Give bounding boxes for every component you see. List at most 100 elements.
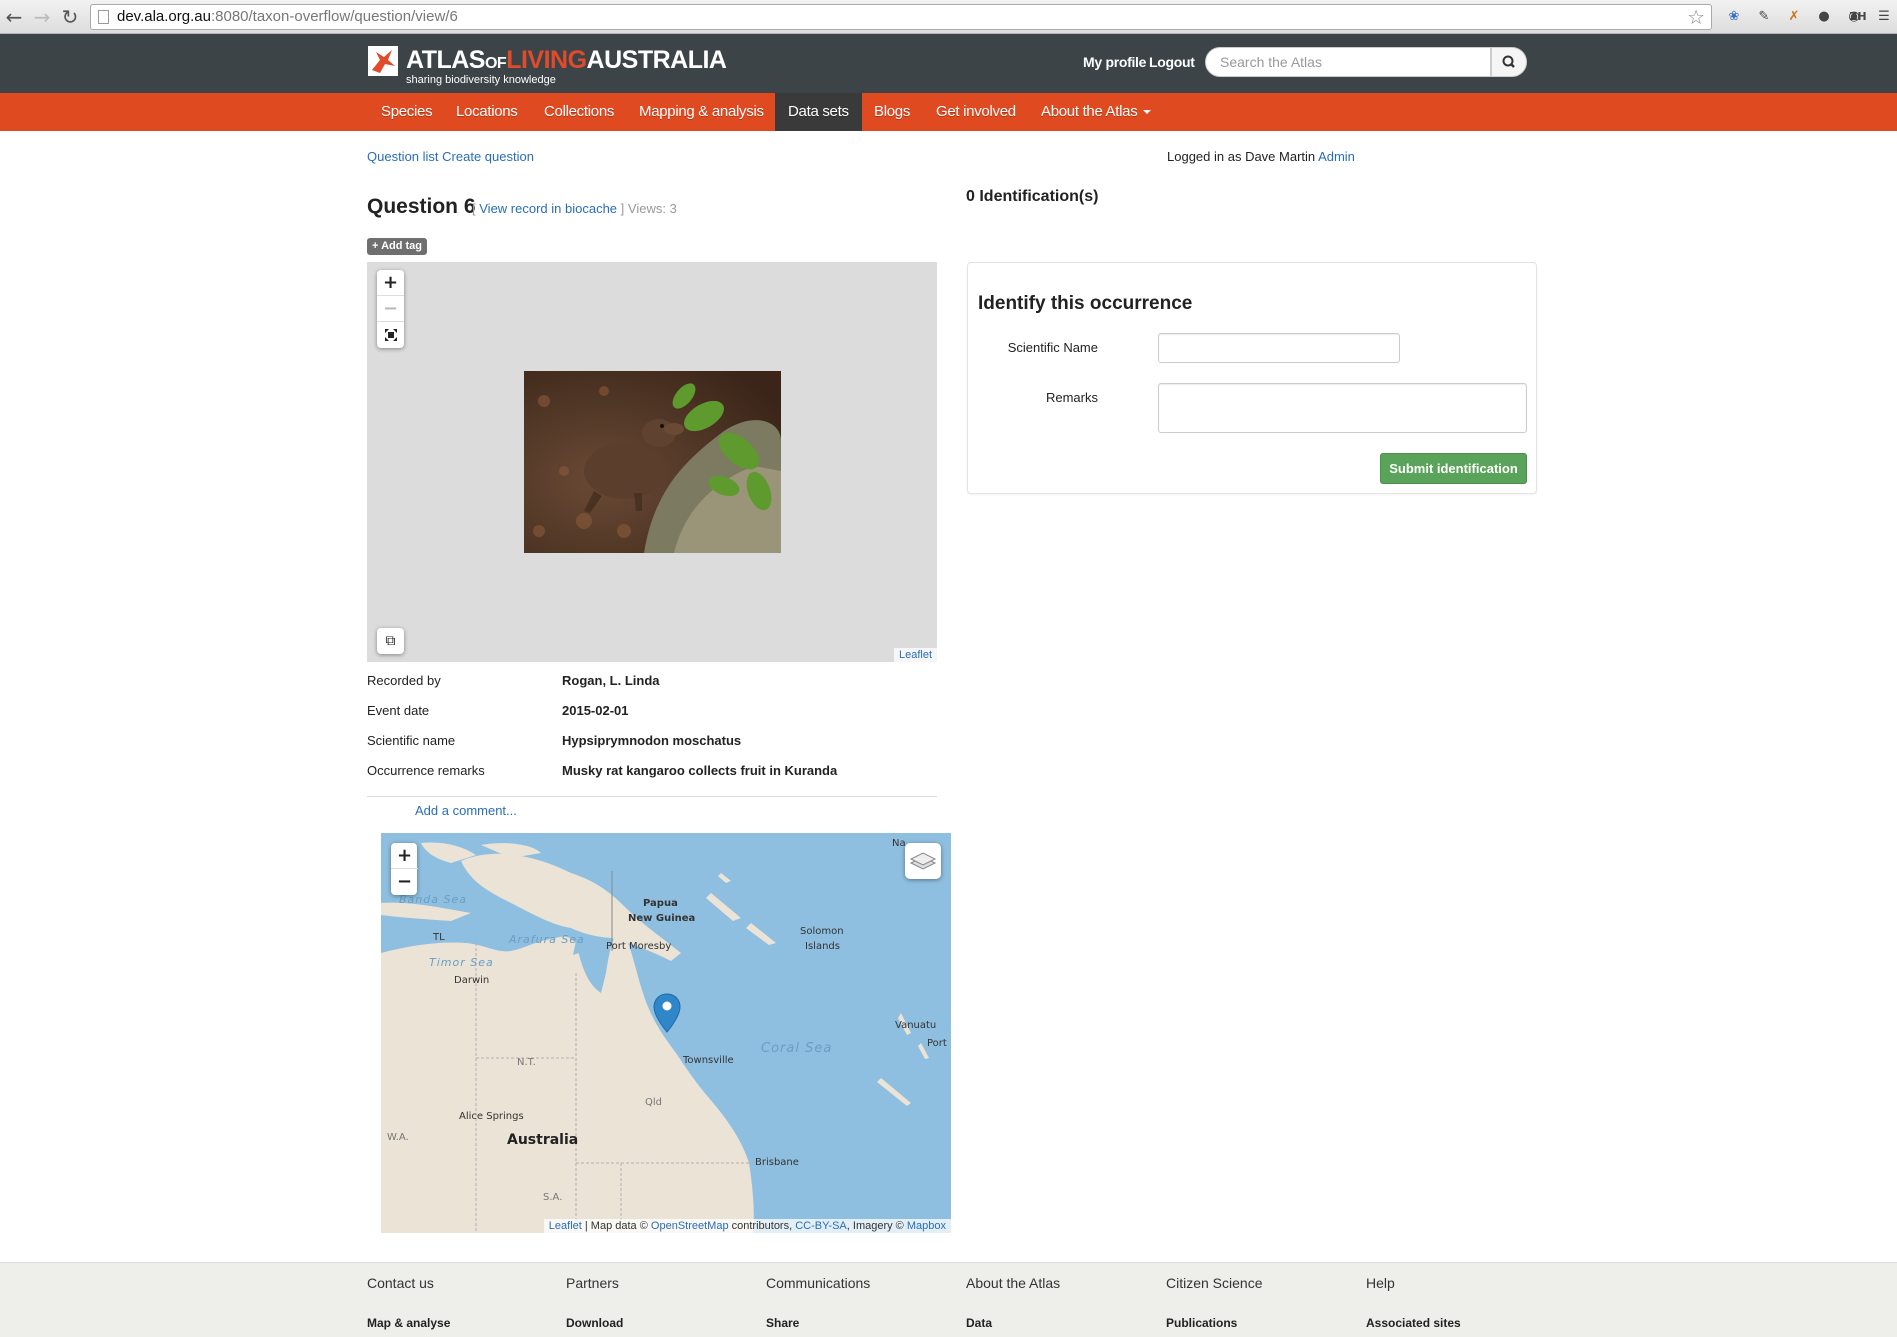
map-label-australia: Australia [507,1132,579,1148]
site-footer: Contact us Map & analyse Partners Downlo… [0,1262,1897,1337]
map-zoom-in-button[interactable]: + [391,843,418,869]
circle-extension-icon[interactable]: ● [1814,7,1834,27]
search-input[interactable]: Search the Atlas [1205,47,1491,77]
occurrence-photo [524,371,781,553]
login-status: Logged in as Dave Martin Admin [1167,149,1355,164]
leaflet-attribution-link[interactable]: Leaflet [549,1220,582,1232]
detail-label: Occurrence remarks [367,763,485,778]
detail-row: Recorded by Rogan, L. Linda [367,670,937,700]
footer-associated-sites[interactable]: Associated sites [1366,1316,1461,1330]
search-button[interactable] [1491,47,1527,77]
map-label-arafura-sea: Arafura Sea [509,933,585,946]
footer-contact-us[interactable]: Contact us [367,1275,434,1291]
occurrence-details: Recorded by Rogan, L. Linda Event date 2… [367,670,937,797]
browser-toolbar: ← → ↻ dev.ala.org.au:8080/taxon-overflow… [0,0,1897,34]
tool-extension-icon[interactable]: ✗ [1784,7,1804,27]
map-label-papua: Papua [643,898,678,909]
map-label-timor-sea: Timor Sea [429,956,494,969]
add-comment-link[interactable]: Add a comment... [415,803,517,818]
osm-link[interactable]: OpenStreetMap [651,1220,729,1232]
zh-extension[interactable]: ZH [1846,7,1870,27]
logout-link[interactable]: Logout [1149,54,1195,70]
nav-species[interactable]: Species [368,93,445,131]
nav-collections[interactable]: Collections [531,93,627,131]
footer-share[interactable]: Share [766,1316,799,1330]
ala-logo-icon [368,46,398,76]
back-icon[interactable]: ← [2,5,26,29]
map-label-port: Port [927,1038,947,1049]
leaflet-link[interactable]: Leaflet [899,649,932,661]
my-profile-link[interactable]: My profile [1083,54,1146,70]
remarks-textarea[interactable] [1158,383,1527,433]
forward-icon[interactable]: → [30,5,54,29]
url-path: :8080/taxon-overflow/question/view/6 [210,8,458,25]
detail-row: Scientific name Hypsiprymnodon moschatus [367,730,937,760]
scientific-name-input[interactable] [1158,333,1400,363]
detail-label: Scientific name [367,733,456,748]
bookmark-star-icon[interactable]: ☆ [1687,5,1705,29]
nav-locations[interactable]: Locations [443,93,531,131]
map-label-port-moresby: Port Moresby [606,941,672,952]
logo-tagline: sharing biodiversity knowledge [406,74,556,86]
detail-row: Occurrence remarks Musky rat kangaroo co… [367,760,937,790]
ala-logo[interactable]: ATLASOFLIVINGAUSTRALIA sharing biodivers… [368,46,727,86]
license-link[interactable]: CC-BY-SA [795,1220,847,1232]
zoom-out-button[interactable]: − [377,296,404,322]
map-label-brisbane: Brisbane [755,1157,799,1168]
footer-help[interactable]: Help [1366,1275,1395,1291]
footer-partners[interactable]: Partners [566,1275,619,1291]
zoom-in-button[interactable]: + [377,270,404,296]
url-host: dev.ala.org.au [117,8,211,25]
map-label-islands: Islands [805,941,840,952]
map-attribution: Leaflet | Map data © OpenStreetMap contr… [543,1219,951,1233]
chevron-down-icon [1143,110,1152,115]
question-meta: [ View record in biocache ] Views: 3 [472,201,677,216]
menu-icon[interactable]: ☰ [1874,7,1894,27]
site-header: ATLASOFLIVINGAUSTRALIA sharing biodivers… [0,34,1897,93]
admin-link[interactable]: Admin [1318,149,1355,164]
map-label-new-guinea: New Guinea [628,913,696,924]
map-label-tl: TL [433,932,445,943]
map-zoom-controls: + − [391,843,418,895]
main-navigation: Species Locations Collections Mapping & … [0,93,1897,131]
map-marker-icon[interactable] [653,993,681,1033]
nav-data-sets[interactable]: Data sets [775,93,862,131]
map-label-coral-sea: Coral Sea [761,1041,833,1056]
map-label-wa: W.A. [387,1132,409,1143]
occurrence-map[interactable]: Banda Sea Arafura Sea Timor Sea Coral Se… [381,833,951,1233]
footer-citizen-science[interactable]: Citizen Science [1166,1275,1263,1291]
view-record-link[interactable]: View record in biocache [479,201,617,216]
add-tag-button[interactable]: + Add tag [367,238,428,255]
detail-value: Rogan, L. Linda [562,673,660,688]
views-count: Views: 3 [627,201,677,216]
nav-about-the-atlas[interactable]: About the Atlas [1028,93,1164,131]
create-question-link[interactable]: Create question [442,149,534,164]
pen-extension-icon[interactable]: ✎ [1754,7,1774,27]
external-link-icon[interactable]: ⧉ [377,628,404,654]
reload-icon[interactable]: ↻ [58,5,82,29]
footer-data[interactable]: Data [966,1316,992,1330]
footer-map-analyse[interactable]: Map & analyse [367,1316,450,1330]
address-bar[interactable]: dev.ala.org.au:8080/taxon-overflow/quest… [90,4,1712,30]
footer-communications[interactable]: Communications [766,1275,870,1291]
nav-blogs[interactable]: Blogs [861,93,923,131]
mapbox-link[interactable]: Mapbox [907,1220,946,1232]
map-zoom-out-button[interactable]: − [391,869,418,895]
footer-about-the-atlas[interactable]: About the Atlas [966,1275,1060,1291]
footer-publications[interactable]: Publications [1166,1316,1237,1330]
detail-row: Event date 2015-02-01 [367,700,937,730]
map-label-qld: Qld [645,1097,662,1108]
detail-label: Event date [367,703,430,718]
fullscreen-button[interactable] [377,322,404,348]
nav-mapping-analysis[interactable]: Mapping & analysis [626,93,777,131]
identify-panel: Identify this occurrence Scientific Name… [967,262,1537,494]
image-viewer[interactable]: + − ⧉ Leaflet [367,262,937,662]
image-attribution: Leaflet [893,648,937,662]
image-zoom-controls: + − [377,270,404,348]
layers-icon[interactable] [905,843,941,879]
footer-download[interactable]: Download [566,1316,623,1330]
nav-get-involved[interactable]: Get involved [923,93,1029,131]
question-list-link[interactable]: Question list [367,149,439,164]
submit-identification-button[interactable]: Submit identification [1380,453,1527,484]
extension-puzzle-icon[interactable]: ❀ [1724,7,1744,27]
